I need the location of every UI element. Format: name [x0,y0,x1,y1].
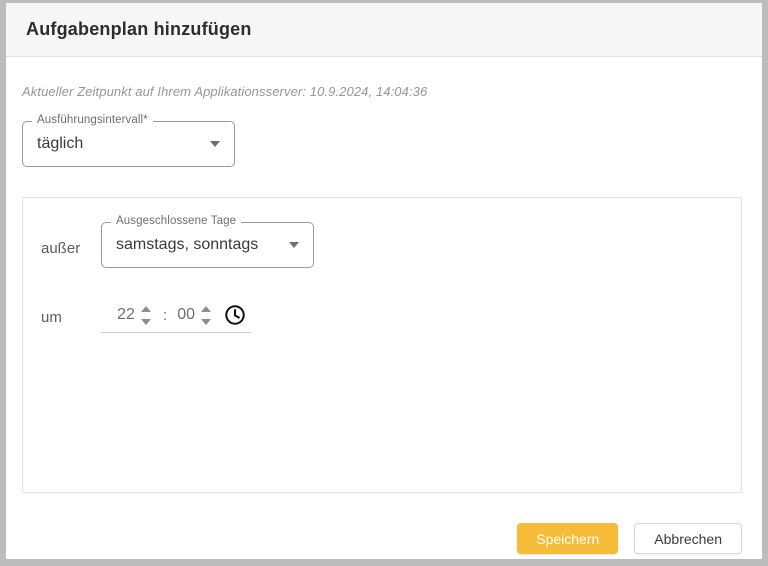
minutes-stepper[interactable] [201,306,211,325]
minutes-input[interactable]: 00 [173,306,199,324]
dialog-footer: Speichern Abbrechen [517,523,742,554]
dialog-header: Aufgabenplan hinzufügen [6,3,762,57]
arrow-up-icon[interactable] [201,306,211,312]
dialog-title: Aufgabenplan hinzufügen [26,19,252,40]
excluded-days-select[interactable]: Ausgeschlossene Tage samstags, sonntags [101,222,314,268]
server-time-note: Aktueller Zeitpunkt auf Ihrem Applikatio… [22,57,742,99]
time-prefix-label: um [41,309,101,333]
time-separator: : [163,307,167,324]
clock-icon[interactable] [223,303,247,327]
interval-select[interactable]: Ausführungsintervall* täglich [22,121,235,167]
interval-select-label: Ausführungsintervall* [32,114,153,126]
arrow-up-icon[interactable] [141,306,151,312]
excluded-days-select-value: samstags, sonntags [116,236,258,254]
hours-input[interactable]: 22 [113,306,139,324]
add-task-schedule-dialog: Aufgabenplan hinzufügen Aktueller Zeitpu… [0,0,768,566]
excluded-days-row: außer Ausgeschlossene Tage samstags, son… [41,222,723,268]
chevron-down-icon [289,242,299,248]
dialog-body: Aktueller Zeitpunkt auf Ihrem Applikatio… [6,57,762,558]
save-button[interactable]: Speichern [517,523,618,554]
cancel-button[interactable]: Abbrechen [634,523,742,554]
arrow-down-icon[interactable] [141,319,151,325]
hours-stepper[interactable] [141,306,151,325]
time-field[interactable]: 22 : 00 [101,299,251,333]
excluded-days-prefix-label: außer [41,240,101,268]
excluded-days-select-label: Ausgeschlossene Tage [111,215,241,227]
interval-select-value: täglich [37,135,83,153]
time-row: um 22 : 00 [41,299,723,333]
chevron-down-icon [210,141,220,147]
exception-settings-box: außer Ausgeschlossene Tage samstags, son… [22,197,742,493]
arrow-down-icon[interactable] [201,319,211,325]
